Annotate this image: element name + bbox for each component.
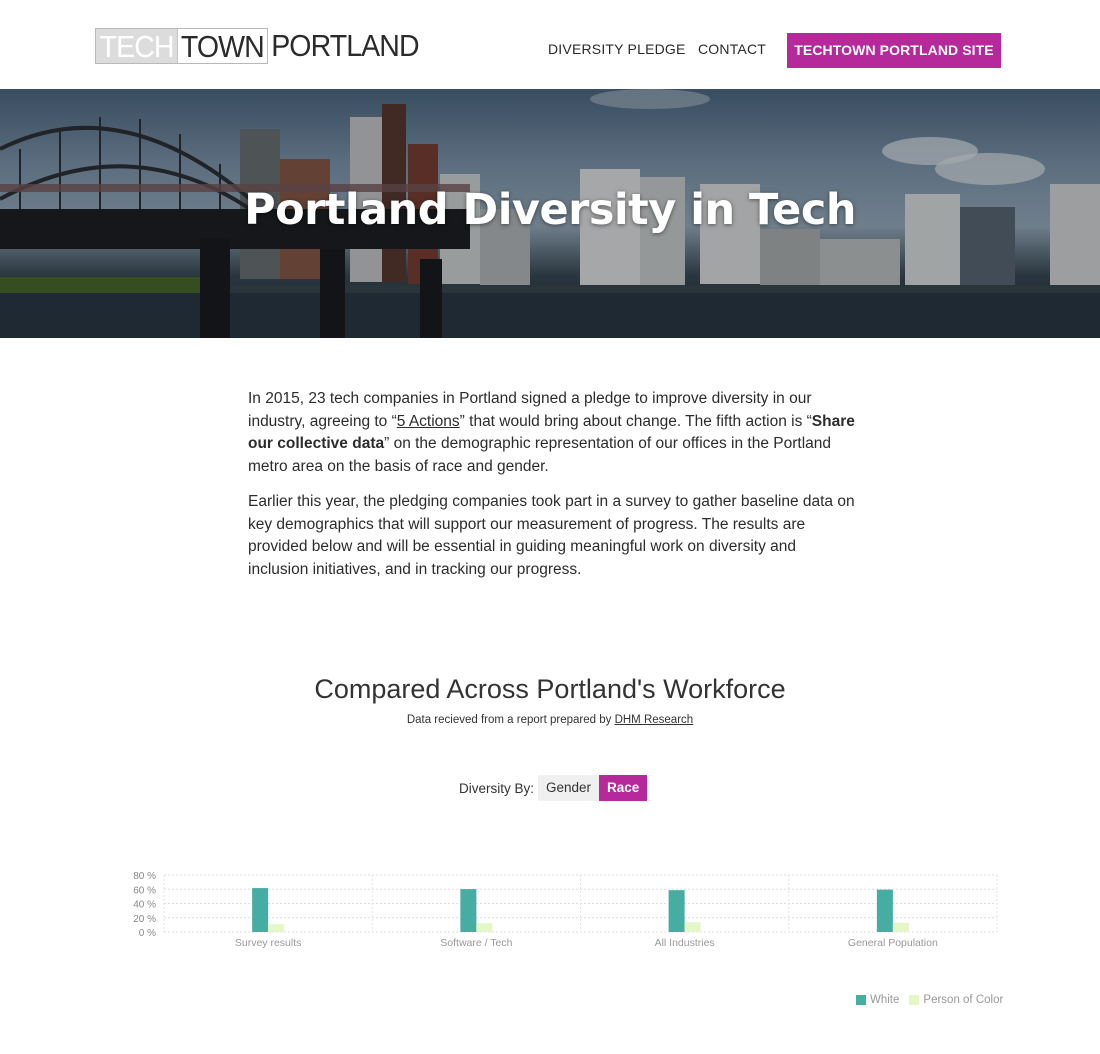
- five-actions-link[interactable]: 5 Actions: [397, 413, 460, 430]
- race-bar-chart: 80 % 60 % 40 % 20 % 0 % Survey results Softwar…: [133, 871, 998, 949]
- bar-white[interactable]: [876, 889, 893, 932]
- techtown-logo[interactable]: TECH TOWN PORTLAND: [95, 28, 422, 64]
- legend-label-person-of-color: Person of Color: [923, 994, 1004, 1006]
- legend-item-person-of-color: Person of Color: [909, 994, 1003, 1006]
- legend-swatch-white: [856, 995, 866, 1005]
- toggle-gender-button[interactable]: Gender: [538, 775, 600, 801]
- y-tick-label: 20 %: [133, 914, 156, 925]
- bar-white[interactable]: [252, 888, 269, 932]
- y-tick-label: 40 %: [133, 900, 156, 911]
- logo-portland: PORTLAND: [271, 28, 419, 63]
- chart-legend: White Person of Color: [856, 994, 1013, 1006]
- nav-contact[interactable]: CONTACT: [698, 41, 766, 57]
- toggle-race-button[interactable]: Race: [599, 775, 648, 801]
- section-subtitle: Data recieved from a report prepared by …: [0, 714, 1100, 726]
- hero-banner: Portland Diversity in Tech: [0, 89, 1100, 338]
- toggle-label: Diversity By:: [459, 780, 535, 796]
- x-category-label: Software / Tech: [440, 937, 512, 949]
- bar-person-of-color[interactable]: [892, 922, 909, 932]
- x-category-label: General Population: [848, 937, 938, 949]
- intro-text: In 2015, 23 tech companies in Portland s…: [248, 388, 858, 594]
- y-tick-label: 60 %: [133, 885, 156, 896]
- x-category-label: All Industries: [655, 937, 715, 949]
- hero-title: Portland Diversity in Tech: [244, 185, 856, 235]
- bar-person-of-color[interactable]: [684, 922, 701, 932]
- site-header: TECH TOWN PORTLAND DIVERSITY PLEDGE CONT…: [0, 0, 1100, 89]
- bar-white[interactable]: [460, 889, 477, 932]
- y-tick-label: 80 %: [133, 871, 156, 882]
- logo-town: TOWN: [177, 28, 268, 64]
- x-category-label: Survey results: [235, 937, 302, 949]
- techtown-site-button[interactable]: TECHTOWN PORTLAND SITE: [787, 33, 1001, 68]
- diversity-toggle: Diversity By: Gender Race: [459, 775, 648, 801]
- bar-white[interactable]: [668, 890, 685, 932]
- logo-tech: TECH: [95, 28, 178, 64]
- intro-p1-part-b: ” that would bring about change. The fif…: [459, 412, 812, 430]
- legend-item-white: White: [856, 994, 899, 1006]
- legend-swatch-person-of-color: [909, 995, 920, 1005]
- legend-label-white: White: [870, 994, 900, 1006]
- bar-person-of-color[interactable]: [476, 923, 493, 932]
- section-sub-prefix: Data recieved from a report prepared by: [406, 714, 615, 726]
- section-title: Compared Across Portland's Workforce: [314, 674, 786, 704]
- y-tick-label: 0 %: [139, 928, 156, 939]
- intro-paragraph-2: Earlier this year, the pledging companie…: [248, 493, 855, 578]
- intro-paragraph-1: In 2015, 23 tech companies in Portland s…: [248, 388, 858, 478]
- nav-diversity-pledge[interactable]: DIVERSITY PLEDGE: [548, 41, 686, 57]
- dhm-research-link[interactable]: DHM Research: [615, 714, 694, 726]
- bar-person-of-color[interactable]: [268, 924, 285, 932]
